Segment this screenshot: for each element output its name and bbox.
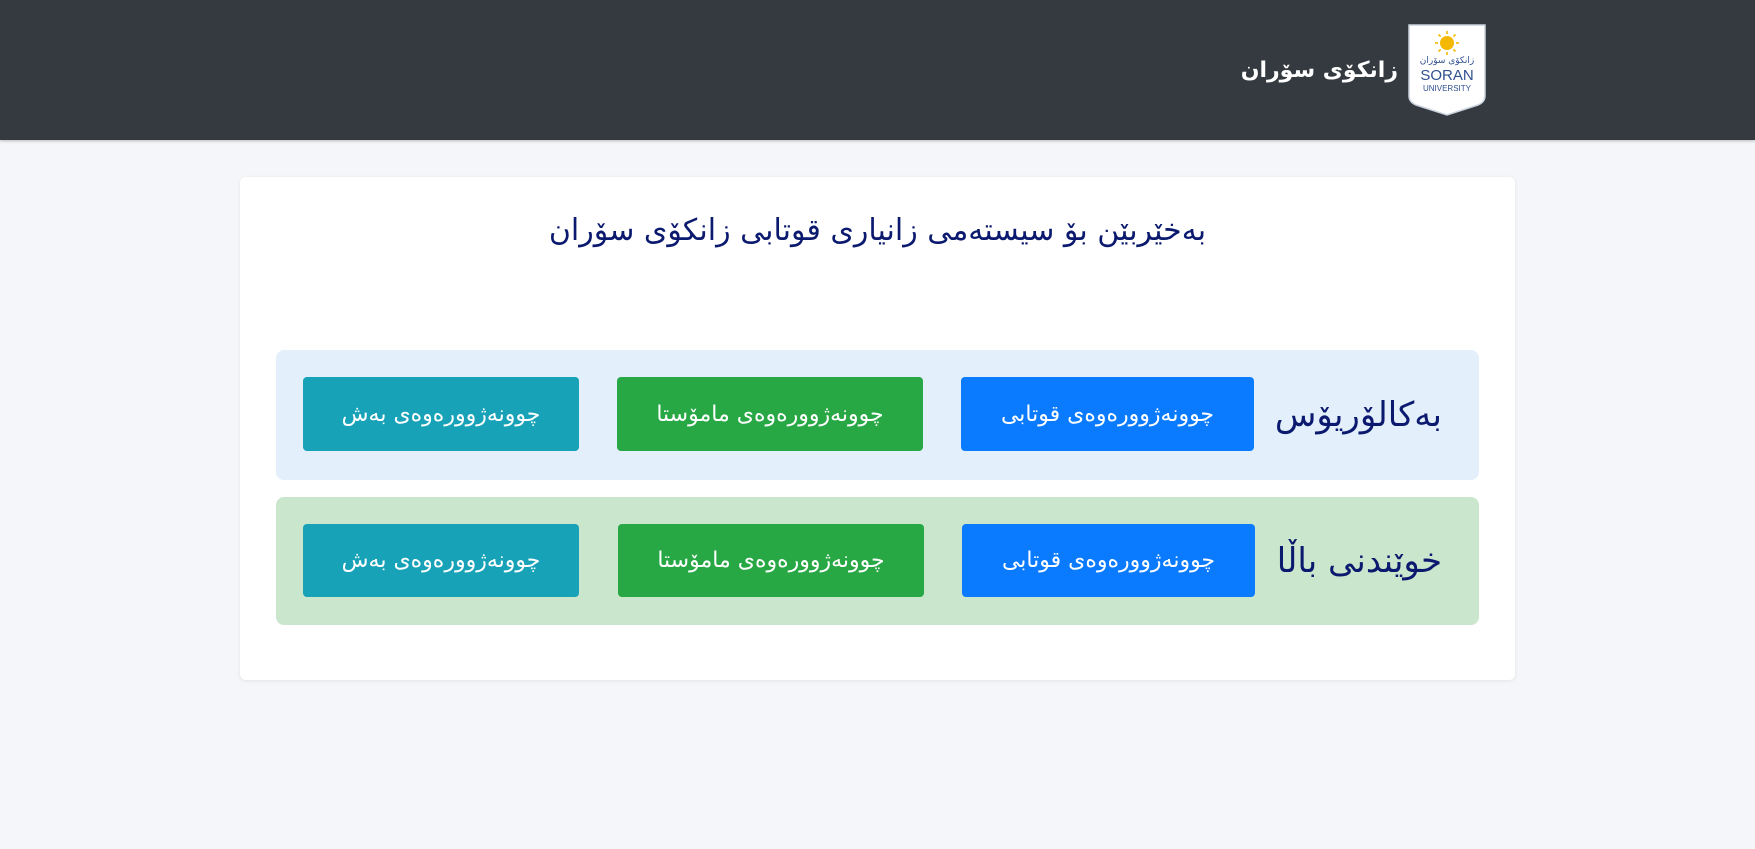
soran-university-logo-icon[interactable]: زانكۆی سۆران SORAN UNIVERSITY xyxy=(1408,24,1486,116)
university-name[interactable]: زانکۆی سۆران xyxy=(1241,58,1398,83)
higher-education-title: خوێندنی باڵا xyxy=(1276,541,1442,581)
higher-student-login-button[interactable]: چوونەژوورەوەی قوتابی xyxy=(962,524,1255,597)
bachelor-department-login-button[interactable]: چوونەژوورەوەی بەش xyxy=(303,377,579,451)
logo-kurdish-text: زانكۆی سۆران xyxy=(1420,56,1475,66)
logo-sub-text: UNIVERSITY xyxy=(1423,84,1472,93)
higher-teacher-login-button[interactable]: چوونەژوورەوەی مامۆستا xyxy=(618,524,924,597)
bachelor-section: بەکالۆریۆس چوونەژوورەوەی قوتابی چوونەژوو… xyxy=(276,350,1479,480)
higher-department-login-button[interactable]: چوونەژوورەوەی بەش xyxy=(303,524,579,597)
welcome-heading: بەخێربێن بۆ سیستەمی زانیاری قوتابی زانکۆ… xyxy=(548,213,1207,248)
brand[interactable]: زانکۆی سۆران زانكۆی سۆران SORAN UNIVERSI… xyxy=(1241,24,1486,116)
main-card: بەخێربێن بۆ سیستەمی زانیاری قوتابی زانکۆ… xyxy=(240,177,1515,680)
top-navbar: زانکۆی سۆران زانكۆی سۆران SORAN UNIVERSI… xyxy=(0,0,1755,140)
higher-education-section: خوێندنی باڵا چوونەژوورەوەی قوتابی چوونەژ… xyxy=(276,497,1479,625)
bachelor-teacher-login-button[interactable]: چوونەژوورەوەی مامۆستا xyxy=(617,377,923,451)
logo-main-text: SORAN xyxy=(1420,67,1473,84)
bachelor-title: بەکالۆریۆس xyxy=(1274,395,1442,435)
bachelor-student-login-button[interactable]: چوونەژوورەوەی قوتابی xyxy=(961,377,1254,451)
